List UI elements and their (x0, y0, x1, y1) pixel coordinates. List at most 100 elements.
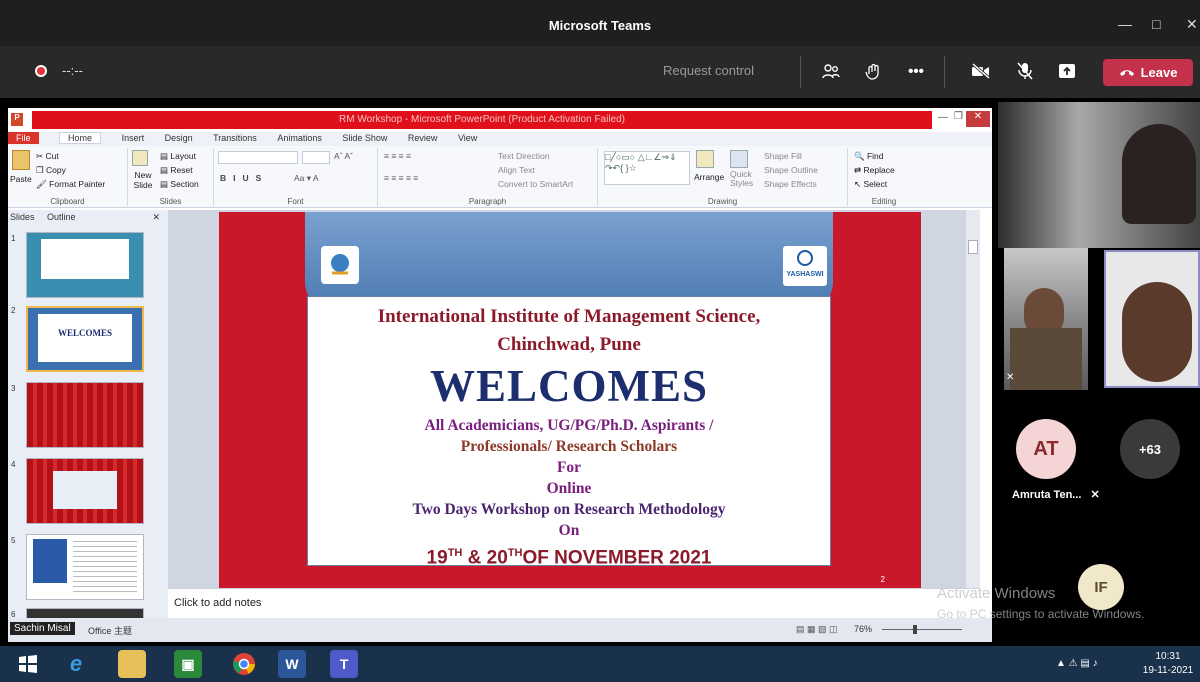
layout-button[interactable]: ▤ Layout (160, 151, 196, 162)
ppt-restore-icon[interactable]: ❐ (954, 111, 963, 122)
meeting-controls-bar: --:-- Request control ••• Leave (0, 46, 1200, 98)
align-text-button[interactable]: Align Text (498, 165, 535, 175)
clock-date: 19-11-2021 (1142, 665, 1194, 676)
more-options-icon[interactable]: ••• (905, 60, 927, 82)
close-icon[interactable]: ✕ (1186, 16, 1198, 33)
avatar[interactable]: AT (1016, 419, 1076, 479)
paste-button[interactable]: Paste (10, 174, 32, 184)
teams-icon[interactable]: T (330, 650, 358, 678)
new-slide-button[interactable]: New Slide (128, 170, 158, 190)
participant-video-active[interactable] (1104, 250, 1200, 388)
tab-transitions[interactable]: Transitions (213, 133, 257, 143)
share-screen-icon[interactable] (1056, 60, 1078, 82)
find-button[interactable]: 🔍 Find (854, 151, 884, 162)
mic-off-icon[interactable] (1014, 60, 1036, 82)
pane-tabs: Slides Outline ✕ (10, 212, 162, 226)
format-painter-button[interactable]: 🖌 Format Painter (36, 179, 105, 190)
windows-start-icon[interactable] (14, 650, 42, 678)
tab-review[interactable]: Review (408, 133, 438, 143)
section-button[interactable]: ▤ Section (160, 179, 199, 190)
close-pane-icon[interactable]: ✕ (152, 212, 160, 223)
arrange-button[interactable]: Arrange (694, 172, 724, 182)
file-explorer-icon[interactable] (118, 650, 146, 678)
slide-line-8: Two Days Workshop on Research Methodolog… (412, 501, 726, 518)
format-painter-label: Format Painter (49, 179, 106, 189)
tab-file[interactable]: File (8, 132, 39, 144)
grow-font-icon[interactable]: Aˆ Aˇ (334, 151, 353, 161)
tab-insert[interactable]: Insert (122, 133, 145, 143)
font-color-icon[interactable]: Aa ▾ A (294, 173, 319, 184)
shape-effects-button[interactable]: Shape Effects (764, 179, 817, 189)
cut-button[interactable]: ✂ Cut (36, 151, 59, 162)
theme-label: Office 主题 (88, 626, 132, 636)
current-slide[interactable]: YASHASWI International Institute of Mana… (219, 212, 921, 588)
hang-up-icon (1119, 65, 1135, 80)
tab-outline[interactable]: Outline (47, 212, 76, 222)
align-icon[interactable]: ≡ ≡ ≡ ≡ ≡ (384, 173, 418, 183)
date-part: 19 (426, 547, 448, 569)
chrome-icon[interactable] (230, 650, 258, 678)
slide-thumbnail[interactable] (26, 382, 144, 448)
smartart-button[interactable]: Convert to SmartArt (498, 179, 573, 189)
participant-video[interactable]: ✕ (1004, 248, 1088, 390)
view-buttons[interactable]: ▤ ▦ ▧ ◫ (796, 624, 838, 635)
shape-outline-button[interactable]: Shape Outline (764, 165, 818, 175)
tab-view[interactable]: View (458, 133, 477, 143)
slide-thumbnail[interactable] (26, 232, 144, 298)
store-icon[interactable]: ▣ (174, 650, 202, 678)
replace-label: Replace (863, 165, 895, 175)
ppt-close-icon[interactable]: ✕ (966, 111, 990, 127)
minimize-icon[interactable]: — (1118, 16, 1132, 32)
more-participants-button[interactable]: +63 (1120, 419, 1180, 479)
slide-line-1: International Institute of Management Sc… (377, 306, 761, 327)
avatar[interactable]: IF (1078, 564, 1124, 610)
font-size-input[interactable] (302, 151, 330, 164)
tab-home[interactable]: Home (59, 132, 102, 144)
shape-fill-button[interactable]: Shape Fill (764, 151, 802, 161)
notes-placeholder: Click to add notes (174, 597, 262, 609)
font-name-input[interactable] (218, 151, 298, 164)
request-control-button[interactable]: Request control (663, 63, 754, 78)
windows-taskbar: e ▣ W T ▲ ⚠ ▤ ♪ 10:31 19-11-2021 (0, 646, 1200, 682)
slide-editor: YASHASWI International Institute of Mana… (168, 210, 980, 588)
tab-slides[interactable]: Slides (10, 212, 35, 222)
notes-pane[interactable]: Click to add notes (168, 588, 980, 618)
ppt-minimize-icon[interactable]: — (938, 112, 948, 123)
reactions-icon[interactable] (862, 60, 884, 82)
copy-button[interactable]: ❐ Copy (36, 165, 66, 176)
camera-off-icon[interactable] (970, 60, 992, 82)
quick-styles-button[interactable]: Quick Styles (730, 170, 758, 188)
shapes-gallery[interactable]: □╱○▭○ △∟∠⇒⇓ ↷↶{ }☆ (604, 151, 690, 185)
select-button[interactable]: ↖ Select (854, 179, 887, 190)
reset-label: Reset (170, 165, 193, 175)
slide-thumbnail-selected[interactable]: WELCOMES (26, 306, 144, 372)
slide-thumbnail[interactable] (26, 458, 144, 524)
replace-button[interactable]: ⇄ Replace (854, 165, 895, 176)
divider (800, 56, 801, 88)
reset-button[interactable]: ▤ Reset (160, 165, 193, 176)
text-direction-button[interactable]: Text Direction (498, 151, 550, 161)
zoom-slider-thumb[interactable] (913, 625, 917, 634)
font-style-buttons[interactable]: BIUS (220, 173, 268, 183)
participants-icon[interactable] (820, 60, 842, 82)
slide-number: 5 (11, 536, 16, 545)
date-sup: TH (447, 547, 463, 559)
vertical-scrollbar[interactable] (966, 210, 980, 588)
clock[interactable]: 10:31 19-11-2021 (1140, 650, 1196, 678)
ppt-title-bar: P RM Workshop - Microsoft PowerPoint (Pr… (8, 108, 992, 132)
participant-video-main[interactable] (998, 102, 1200, 248)
tab-design[interactable]: Design (165, 133, 193, 143)
slide-date: 19TH & 20THOF NOVEMBER 2021 (308, 541, 830, 570)
bullets-icon[interactable]: ≡ ≡ ≡ ≡ (384, 151, 411, 161)
tab-animations[interactable]: Animations (277, 133, 322, 143)
section-label: Section (170, 179, 199, 189)
leave-button[interactable]: Leave (1103, 59, 1193, 86)
internet-explorer-icon[interactable]: e (62, 650, 90, 678)
maximize-icon[interactable]: □ (1152, 16, 1160, 32)
quick-styles-icon (730, 150, 748, 168)
slide-thumbnail[interactable] (26, 534, 144, 600)
word-icon[interactable]: W (278, 650, 306, 678)
zoom-slider[interactable] (882, 629, 962, 630)
tray-icons[interactable]: ▲ ⚠ ▤ ♪ (1056, 658, 1098, 669)
tab-slide-show[interactable]: Slide Show (342, 133, 387, 143)
